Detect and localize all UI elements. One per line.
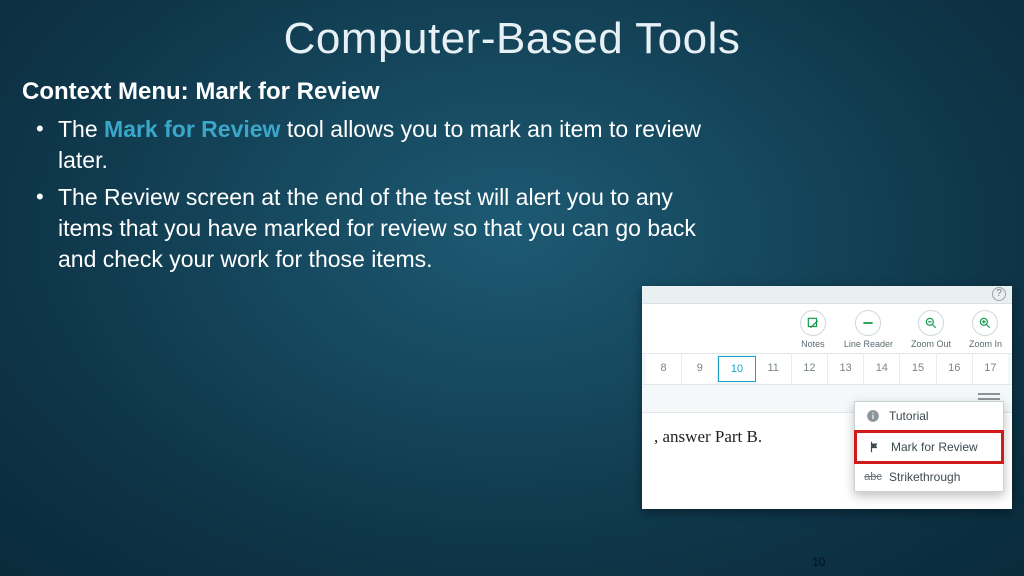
flag-icon [867,439,883,455]
panel-top-bar: ? [642,286,1012,304]
zoom-in-tool[interactable]: Zoom In [969,310,1002,349]
zoom-in-label: Zoom In [969,339,1002,349]
line-reader-tool[interactable]: Line Reader [844,310,893,349]
question-fragment: , answer Part B. [654,427,762,446]
question-body: , answer Part B. Tutorial Mark for Revie… [642,413,1012,509]
screenshot-panel: ? Notes Line Reader Zoom Out Zoom In [642,286,1012,509]
question-nav-item[interactable]: 11 [756,354,792,384]
zoom-out-icon [918,310,944,336]
slide-title: Computer-Based Tools [0,0,1024,64]
question-nav-item[interactable]: 12 [792,354,828,384]
subheading: Context Menu: Mark for Review [22,78,1002,106]
slide-number: 10 [812,555,825,570]
question-nav-item[interactable]: 9 [682,354,718,384]
question-nav-item[interactable]: 8 [646,354,682,384]
line-reader-label: Line Reader [844,339,893,349]
info-icon [865,408,881,424]
help-icon[interactable]: ? [992,287,1006,301]
question-nav-item[interactable]: 13 [828,354,864,384]
strikethrough-icon: abc [865,469,881,485]
slide-content: Context Menu: Mark for Review The Mark f… [0,64,1024,275]
line-reader-icon [855,310,881,336]
menu-item-strikethrough[interactable]: abc Strikethrough [855,463,1003,491]
menu-mark-label: Mark for Review [891,440,978,454]
question-nav-item[interactable]: 17 [973,354,1008,384]
bullet-1-highlight: Mark for Review [104,116,280,142]
menu-item-mark-for-review[interactable]: Mark for Review [854,430,1004,464]
notes-icon [800,310,826,336]
notes-tool[interactable]: Notes [800,310,826,349]
menu-tutorial-label: Tutorial [889,409,929,423]
bullet-list: The Mark for Review tool allows you to m… [22,114,1002,275]
question-nav-item[interactable]: 15 [900,354,936,384]
menu-item-tutorial[interactable]: Tutorial [855,402,1003,431]
bullet-1-pre: The [58,116,104,142]
zoom-out-tool[interactable]: Zoom Out [911,310,951,349]
context-menu: Tutorial Mark for Review abc Strikethrou… [854,401,1004,492]
toolbar: Notes Line Reader Zoom Out Zoom In [642,304,1012,354]
bullet-2: The Review screen at the end of the test… [30,182,710,275]
bullet-1: The Mark for Review tool allows you to m… [30,114,710,176]
question-nav-item[interactable]: 16 [937,354,973,384]
zoom-in-icon [972,310,998,336]
question-nav-item[interactable]: 10 [718,356,755,382]
notes-label: Notes [801,339,825,349]
question-nav-item[interactable]: 14 [864,354,900,384]
zoom-out-label: Zoom Out [911,339,951,349]
question-nav: 891011121314151617 [642,354,1012,385]
menu-strike-label: Strikethrough [889,470,960,484]
